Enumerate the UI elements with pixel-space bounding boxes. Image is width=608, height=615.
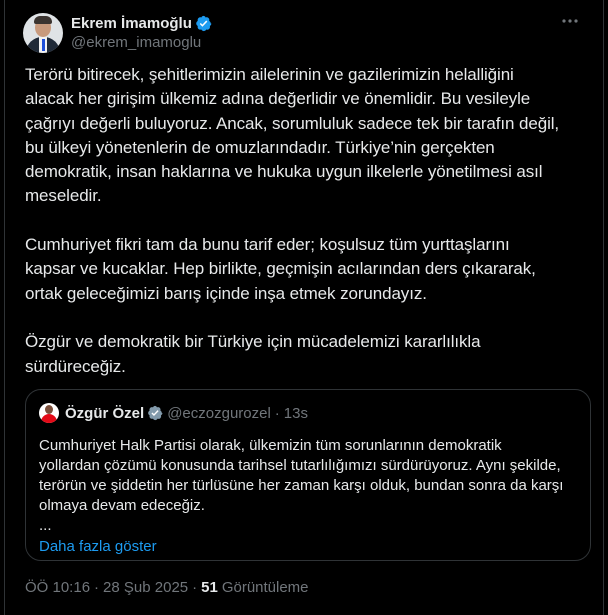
more-horizontal-icon [562,19,578,23]
more-options-button[interactable] [555,6,585,36]
author-avatar[interactable] [23,13,63,53]
quoted-tweet-header: Özgür Özel @eczozgurozel · 13s [39,402,577,424]
meta-separator: · [192,579,198,596]
views-label: Görüntüleme [221,579,309,596]
tweet-date[interactable]: 28 Şub 2025 [103,579,188,596]
quoted-author-handle: @eczozgurozel [167,404,271,422]
tweet-paragraph: Terörü bitirecek, şehitlerimizin aileler… [25,65,560,206]
quoted-tweet[interactable]: Özgür Özel @eczozgurozel · 13s Cumhuriye… [25,389,591,561]
meta-separator: · [94,579,100,596]
show-more-link[interactable]: Daha fazla göster [39,538,157,555]
quoted-tweet-text: Cumhuriyet Halk Partisi olarak, ülkemizi… [39,437,564,514]
quoted-tweet-ellipsis: ... [39,517,52,534]
quoted-timestamp: 13s [283,404,308,422]
quoted-author-display-name: Özgür Özel [65,404,145,422]
author-handle[interactable]: @ekrem_imamoglu [71,34,212,51]
tweet-header: Ekrem İmamoğlu @ekrem_imamoglu [23,10,585,56]
verified-badge-icon [196,15,212,32]
tweet-meta: ÖÖ 10:16 · 28 Şub 2025 · 51 Görüntüleme [25,579,309,596]
verified-badge-icon [148,405,163,421]
tweet-time[interactable]: ÖÖ 10:16 [25,579,90,596]
tweet-paragraph: Özgür ve demokratik bir Türkiye için müc… [25,332,481,376]
author-names: Ekrem İmamoğlu @ekrem_imamoglu [71,15,212,51]
tweet-text: Terörü bitirecek, şehitlerimizin aileler… [25,63,593,403]
quoted-author-avatar [39,403,59,423]
quoted-dot-separator: · [274,404,280,422]
tweet-container: Ekrem İmamoğlu @ekrem_imamoglu Terörü bi… [4,0,604,615]
author-display-name[interactable]: Ekrem İmamoğlu [71,15,192,32]
views-count: 51 [201,579,218,596]
tweet-paragraph: Cumhuriyet fikri tam da bunu tarif eder;… [25,235,536,303]
